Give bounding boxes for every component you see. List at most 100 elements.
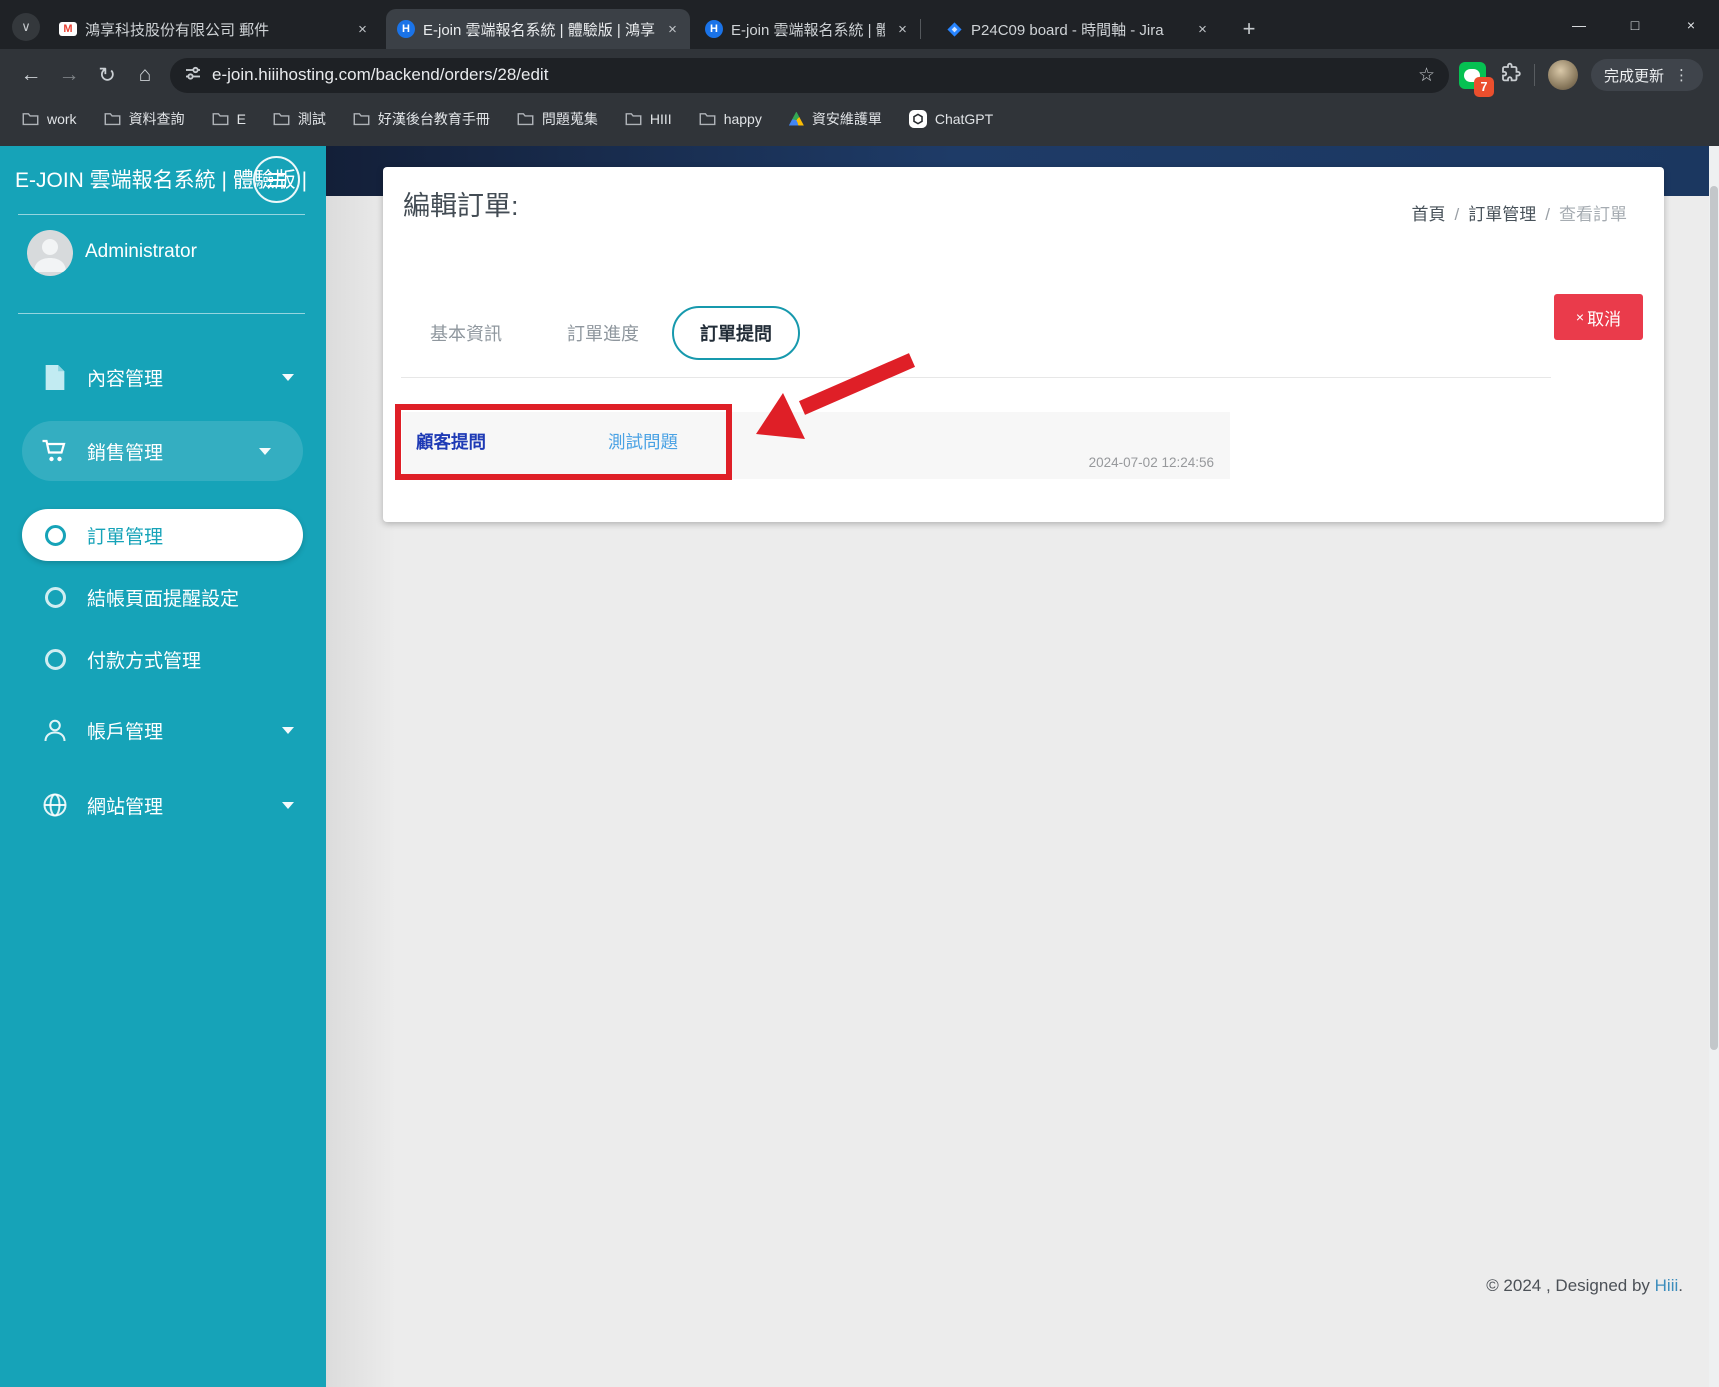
bookmark-label: 資安維護單 (811, 110, 882, 127)
tab-search-button[interactable]: ∨ (12, 13, 40, 41)
caret-down-icon (259, 447, 271, 455)
browser-tab-gmail[interactable]: M 鴻享科技股份有限公司 郵件 × (48, 9, 380, 49)
hamburger-icon (267, 172, 286, 175)
sidebar-item-sales-management[interactable]: 銷售管理 (22, 421, 303, 481)
reload-button[interactable]: ↻ (88, 56, 126, 94)
bookmark-label: HIII (649, 110, 672, 127)
update-button-label: 完成更新 (1603, 67, 1664, 85)
red-annotation-arrow (756, 353, 915, 439)
minimize-button[interactable]: — (1551, 0, 1607, 49)
sidebar-item-content-management[interactable]: 內容管理 (0, 347, 326, 407)
sidebar-toggle-button[interactable] (253, 156, 300, 203)
bookmarks-bar: work 資料查詢 E 測試 好漢後台教育手冊 問題蒐集 HIII happy (0, 101, 1719, 146)
bookmark-folder-test[interactable]: 測試 (273, 109, 326, 129)
scrollbar-thumb[interactable] (1710, 186, 1718, 1050)
user-avatar-icon (27, 230, 73, 276)
sidebar-item-label: 訂單管理 (87, 526, 164, 548)
breadcrumb: 首頁 / 訂單管理 / 查看訂單 (1411, 205, 1627, 224)
file-icon (40, 364, 70, 391)
close-icon[interactable]: × (1193, 20, 1212, 39)
site-info-icon[interactable] (184, 64, 202, 87)
tab-title: E-join 雲端報名系統 | 體驗版 | 鴻享 (731, 21, 885, 39)
toolbar-divider (1533, 64, 1535, 86)
ejoin-icon: H (397, 20, 415, 38)
maximize-button[interactable]: □ (1607, 0, 1663, 49)
bookmark-folder-issues[interactable]: 問題蒐集 (517, 109, 598, 129)
bookmark-folder-work[interactable]: work (22, 111, 77, 127)
browser-tab-jira[interactable]: P24C09 board - 時間軸 - Jira × (934, 9, 1220, 49)
tab-strip: ∨ M 鴻享科技股份有限公司 郵件 × H E-join 雲端報名系統 | 體驗… (0, 0, 1719, 49)
sidebar-item-label: 付款方式管理 (87, 650, 202, 672)
bookmark-folder-e[interactable]: E (212, 111, 246, 127)
bookmark-label: 資料查詢 (128, 110, 185, 127)
close-icon[interactable]: × (893, 20, 912, 39)
sidebar-item-website-management[interactable]: 網站管理 (0, 775, 326, 835)
home-button[interactable]: ⌂ (126, 56, 164, 94)
back-button[interactable]: ← (12, 56, 50, 94)
breadcrumb-current: 查看訂單 (1559, 205, 1627, 224)
window-controls: — □ × (1551, 0, 1719, 49)
caret-down-icon (282, 801, 294, 809)
sidebar-item-label: 網站管理 (87, 796, 164, 818)
bookmark-label: 測試 (297, 110, 326, 127)
sidebar-item-payment-methods[interactable]: 付款方式管理 (0, 629, 326, 689)
sidebar-item-account-management[interactable]: 帳戶管理 (0, 700, 326, 760)
close-window-button[interactable]: × (1663, 0, 1719, 49)
bookmark-label: 好漢後台教育手冊 (377, 110, 490, 127)
close-icon[interactable]: × (353, 20, 372, 39)
browser-tab-ejoin-active[interactable]: H E-join 雲端報名系統 | 體驗版 | 鴻享科 × (386, 9, 690, 49)
sidebar-item-checkout-reminder[interactable]: 結帳頁面提醒設定 (0, 567, 326, 627)
sidebar-item-order-management[interactable]: 訂單管理 (22, 509, 303, 561)
sidebar-divider (18, 214, 305, 215)
bookmark-folder-manual[interactable]: 好漢後台教育手冊 (353, 109, 490, 129)
cancel-button[interactable]: × 取消 (1554, 294, 1643, 340)
jira-icon (945, 20, 963, 38)
caret-down-icon (282, 726, 294, 734)
breadcrumb-home[interactable]: 首頁 (1412, 205, 1446, 224)
question-timestamp: 2024-07-02 12:24:56 (1088, 455, 1214, 470)
gmail-icon: M (59, 22, 77, 36)
close-icon[interactable]: × (663, 20, 682, 39)
browser-tab-ejoin[interactable]: H E-join 雲端報名系統 | 體驗版 | 鴻享 × (694, 9, 920, 49)
bookmark-label: happy (723, 110, 762, 127)
tab-order-progress[interactable]: 訂單進度 (567, 320, 639, 346)
user-name: Administrator (85, 241, 197, 262)
reload-icon: ↻ (98, 63, 116, 87)
footer-hiii-link[interactable]: Hiii (1655, 1276, 1679, 1295)
tab-title: 鴻享科技股份有限公司 郵件 (85, 21, 270, 39)
globe-icon (40, 792, 70, 818)
scrollbar[interactable] (1709, 146, 1719, 1387)
line-extension-icon[interactable]: 7 (1458, 61, 1494, 97)
sidebar-item-label: 結帳頁面提醒設定 (87, 588, 240, 610)
url-text[interactable]: e-join.hiiihosting.com/backend/orders/28… (212, 65, 548, 85)
tab-title: E-join 雲端報名系統 | 體驗版 | 鴻享科 (423, 21, 655, 39)
sidebar-divider (18, 313, 305, 314)
tab-basic-info[interactable]: 基本資訊 (430, 320, 502, 346)
bookmark-chatgpt[interactable]: ChatGPT (908, 109, 993, 128)
drive-icon (788, 111, 804, 126)
extensions-puzzle-icon[interactable] (1499, 62, 1521, 89)
new-tab-button[interactable]: + (1234, 14, 1264, 44)
bookmark-star-icon[interactable]: ☆ (1418, 64, 1435, 87)
breadcrumb-order-management[interactable]: 訂單管理 (1468, 205, 1536, 224)
bookmark-folder-happy[interactable]: happy (699, 111, 762, 127)
red-annotation-box (395, 404, 732, 480)
main-content: 編輯訂單: 首頁 / 訂單管理 / 查看訂單 × 取消 基本資訊 訂單進度 訂單提問 顧… (326, 146, 1719, 1387)
more-menu-icon[interactable]: ⋮ (1674, 66, 1690, 84)
sidebar-item-label: 內容管理 (87, 368, 164, 390)
profile-avatar[interactable] (1547, 60, 1578, 90)
forward-button[interactable]: → (50, 56, 88, 94)
chrome-update-button[interactable]: 完成更新 ⋮ (1590, 59, 1703, 91)
bookmark-folder-data-lookup[interactable]: 資料查詢 (104, 109, 185, 129)
address-bar[interactable]: e-join.hiiihosting.com/backend/orders/28… (170, 57, 1449, 93)
browser-window: ∨ M 鴻享科技股份有限公司 郵件 × H E-join 雲端報名系統 | 體驗… (0, 0, 1719, 1387)
home-icon: ⌂ (138, 63, 152, 86)
sidebar-item-label: 帳戶管理 (87, 721, 164, 743)
bookmark-folder-hiii[interactable]: HIII (625, 111, 672, 127)
tabs-divider (401, 377, 1551, 378)
chatgpt-icon (908, 109, 927, 128)
tab-separator (920, 19, 921, 39)
radio-circle-icon (40, 524, 70, 546)
page-title: 編輯訂單: (403, 191, 519, 221)
bookmark-drive-security[interactable]: 資安維護單 (788, 109, 882, 129)
